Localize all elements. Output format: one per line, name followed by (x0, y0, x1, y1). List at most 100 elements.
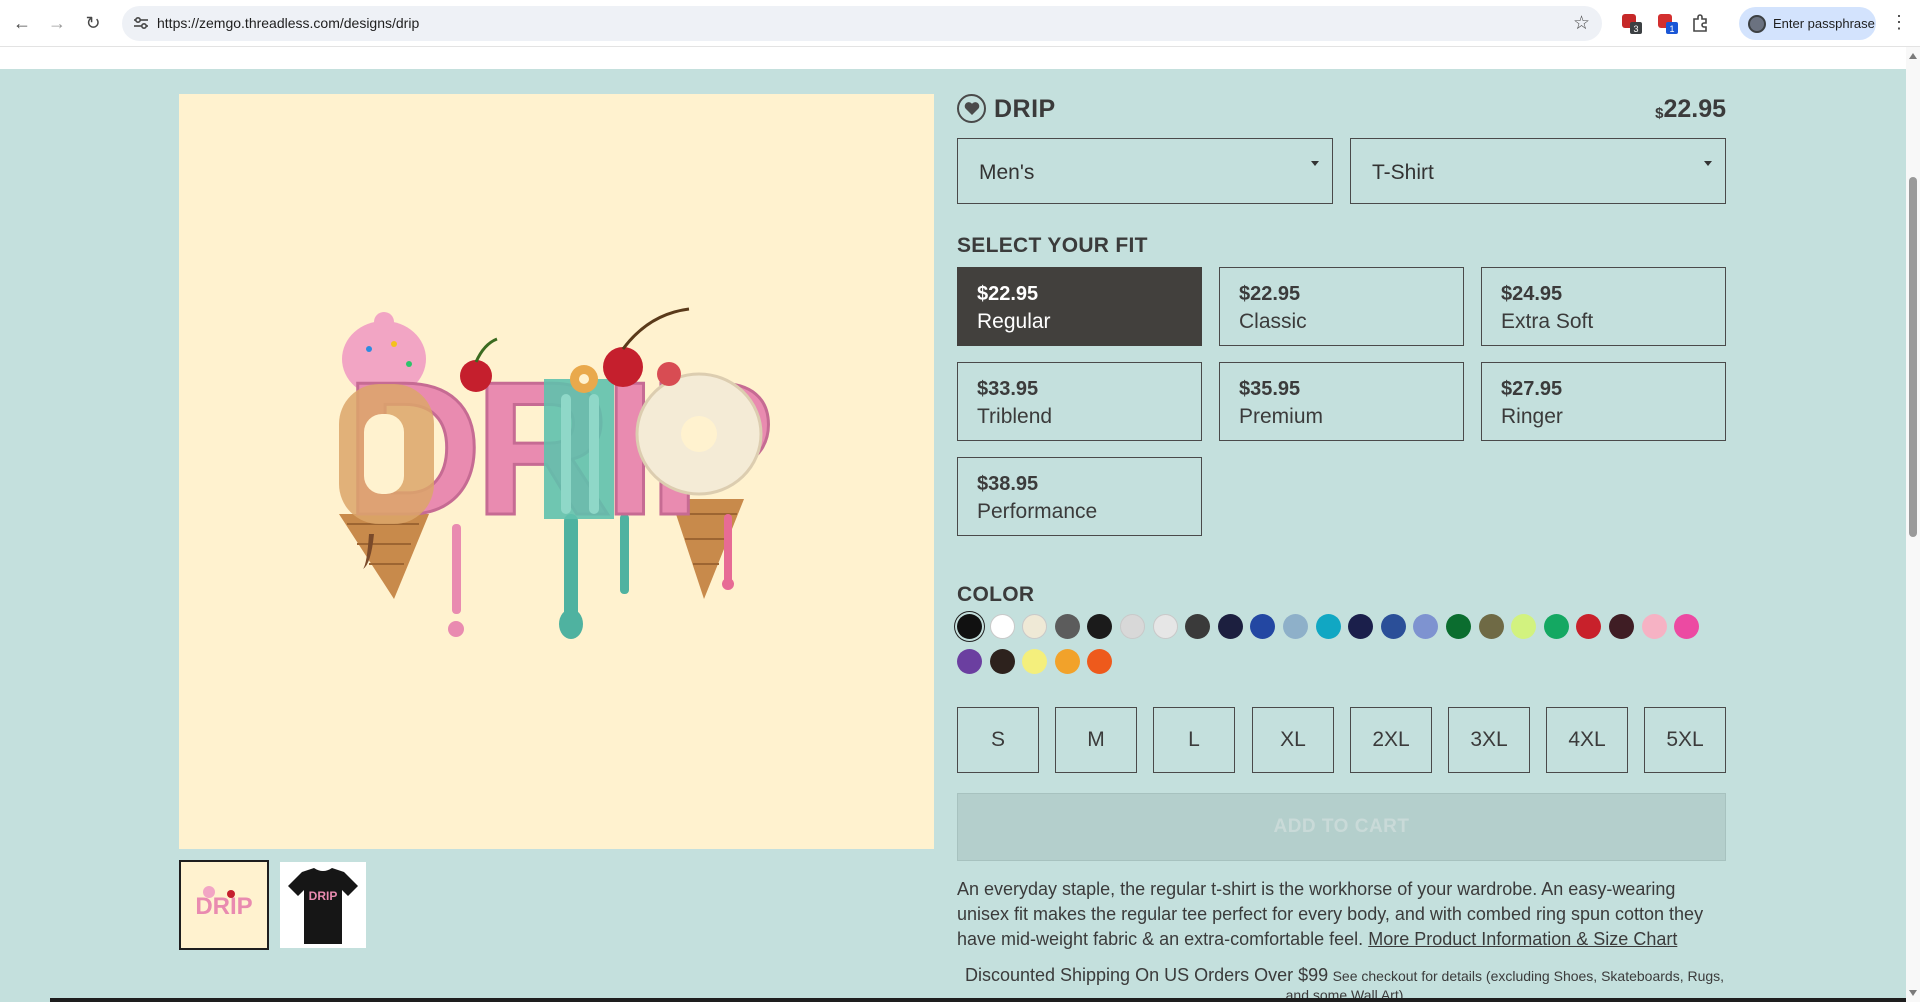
add-to-cart-button[interactable]: ADD TO CART (957, 793, 1726, 861)
page-header-strip (0, 47, 1906, 69)
address-bar[interactable]: https://zemgo.threadless.com/designs/dri… (122, 6, 1602, 41)
color-swatch[interactable] (1511, 614, 1536, 639)
browser-toolbar: ← → ↻ https://zemgo.threadless.com/desig… (0, 0, 1920, 47)
fit-heading: SELECT YOUR FIT (957, 234, 1148, 257)
color-swatch[interactable] (1642, 614, 1667, 639)
reload-icon[interactable]: ↻ (79, 9, 107, 37)
color-swatch[interactable] (1479, 614, 1504, 639)
fit-name: Triblend (977, 405, 1053, 428)
fit-name: Performance (977, 500, 1098, 523)
color-heading: COLOR (957, 583, 1035, 606)
color-swatch[interactable] (1185, 614, 1210, 639)
fit-option-ringer[interactable]: $27.95 Ringer (1481, 362, 1726, 441)
gender-select[interactable]: Men's (957, 138, 1333, 204)
color-swatch[interactable] (1413, 614, 1438, 639)
extensions-puzzle-icon[interactable] (1690, 12, 1712, 34)
scroll-up-icon[interactable] (1909, 53, 1917, 59)
fit-price: $24.95 (1501, 283, 1563, 305)
browser-menu-icon[interactable]: ⋮ (1890, 12, 1908, 33)
color-swatch[interactable] (1055, 614, 1080, 639)
price-amount: 22.95 (1663, 95, 1726, 123)
size-option-m[interactable]: M (1055, 707, 1137, 773)
url-text[interactable]: https://zemgo.threadless.com/designs/dri… (157, 15, 419, 31)
color-swatch[interactable] (1120, 614, 1145, 639)
size-option-4xl[interactable]: 4XL (1546, 707, 1628, 773)
product-price: $22.95 (1655, 95, 1726, 124)
back-icon[interactable]: ← (8, 9, 36, 37)
size-option-3xl[interactable]: 3XL (1448, 707, 1530, 773)
color-swatch[interactable] (1087, 614, 1112, 639)
color-swatch[interactable] (957, 614, 982, 639)
price-currency: $ (1655, 105, 1664, 122)
size-option-s[interactable]: S (957, 707, 1039, 773)
extension-badge-2: 1 (1669, 24, 1674, 34)
fit-name: Regular (977, 310, 1051, 333)
size-option-xl[interactable]: XL (1252, 707, 1334, 773)
fit-option-performance[interactable]: $38.95 Performance (957, 457, 1202, 536)
color-swatch[interactable] (1609, 614, 1634, 639)
fit-price: $33.95 (977, 378, 1039, 400)
fit-price: $38.95 (977, 473, 1039, 495)
color-swatch[interactable] (1153, 614, 1178, 639)
color-swatch[interactable] (1022, 649, 1047, 674)
bookmark-star-icon[interactable]: ☆ (1573, 12, 1590, 35)
thumbnail-artwork[interactable]: DRIP (179, 860, 269, 950)
fit-option-triblend[interactable]: $33.95 Triblend (957, 362, 1202, 441)
avatar (1748, 15, 1766, 33)
shipping-headline: Discounted Shipping On US Orders Over $9… (964, 965, 1329, 985)
drip-artwork: DRIP (339, 307, 779, 639)
site-settings-icon[interactable] (132, 14, 150, 32)
shipping-notice: Discounted Shipping On US Orders Over $9… (962, 966, 1727, 1002)
color-swatch[interactable] (1218, 614, 1243, 639)
style-select-value: T-Shirt (1372, 161, 1434, 184)
fit-price: $22.95 (977, 283, 1039, 305)
page-divider (50, 998, 1906, 1002)
fit-name: Premium (1239, 405, 1324, 428)
color-swatch[interactable] (1283, 614, 1308, 639)
fit-option-classic[interactable]: $22.95 Classic (1219, 267, 1464, 346)
color-swatch[interactable] (1087, 649, 1112, 674)
color-swatch[interactable] (990, 649, 1015, 674)
extension-icon-2[interactable]: 1 (1656, 12, 1678, 34)
color-swatch[interactable] (957, 649, 982, 674)
size-option-2xl[interactable]: 2XL (1350, 707, 1432, 773)
fit-name: Classic (1239, 310, 1307, 333)
color-swatch[interactable] (1055, 649, 1080, 674)
size-option-l[interactable]: L (1153, 707, 1235, 773)
color-swatch[interactable] (1674, 614, 1699, 639)
profile-button[interactable]: Enter passphrase (1739, 7, 1876, 40)
color-swatch[interactable] (1381, 614, 1406, 639)
product-main-image: DRIP (179, 94, 934, 849)
page-scrollbar[interactable] (1906, 47, 1920, 1002)
fit-option-premium[interactable]: $35.95 Premium (1219, 362, 1464, 441)
thumbnail-tshirt[interactable]: DRIP (280, 862, 366, 948)
color-swatch[interactable] (1348, 614, 1373, 639)
size-chart-link[interactable]: More Product Information & Size Chart (1368, 929, 1677, 949)
forward-icon[interactable]: → (43, 9, 71, 37)
chevron-down-icon (1311, 161, 1319, 166)
heart-icon (964, 102, 979, 115)
color-swatch[interactable] (1446, 614, 1471, 639)
color-swatch[interactable] (1316, 614, 1341, 639)
tshirt-mockup-image: DRIP (288, 868, 358, 944)
fit-option-extra-soft[interactable]: $24.95 Extra Soft (1481, 267, 1726, 346)
chevron-down-icon (1704, 161, 1712, 166)
style-select[interactable]: T-Shirt (1350, 138, 1726, 204)
fit-name: Ringer (1501, 405, 1563, 428)
color-swatch[interactable] (1022, 614, 1047, 639)
color-swatch[interactable] (1544, 614, 1569, 639)
fit-option-regular[interactable]: $22.95 Regular (957, 267, 1202, 346)
extension-icon-1[interactable]: 3 (1620, 12, 1642, 34)
size-option-5xl[interactable]: 5XL (1644, 707, 1726, 773)
gender-select-value: Men's (979, 161, 1035, 184)
scrollbar-thumb[interactable] (1909, 177, 1917, 537)
favorite-heart-button[interactable] (957, 94, 986, 123)
fit-name: Extra Soft (1501, 310, 1594, 333)
scroll-down-icon[interactable] (1909, 990, 1917, 996)
color-swatch[interactable] (1576, 614, 1601, 639)
color-swatch[interactable] (1250, 614, 1275, 639)
thumbnail-artwork-word: DRIP (195, 893, 252, 920)
product-title: DRIP (994, 95, 1056, 123)
color-swatch[interactable] (990, 614, 1015, 639)
fit-price: $27.95 (1501, 378, 1563, 400)
